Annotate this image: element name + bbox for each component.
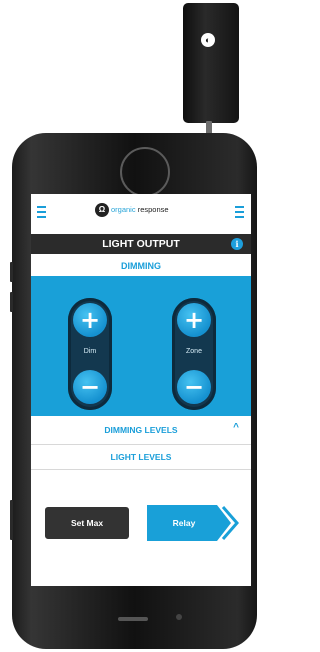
home-indicator: [118, 617, 148, 621]
relay-label: Relay: [172, 518, 196, 528]
zone-control: + Zone −: [172, 298, 216, 410]
dimming-panel: + Dim − + Zone −: [31, 276, 251, 416]
page-title: LIGHT OUTPUT: [102, 238, 180, 250]
app-header: Ω organic response: [31, 194, 251, 234]
volume-down-button: [10, 292, 13, 312]
light-levels-label: LIGHT LEVELS: [110, 452, 172, 462]
relay-button[interactable]: Relay: [147, 505, 239, 541]
brand-name-response: response: [137, 205, 169, 214]
side-button: [10, 500, 13, 540]
brand-name-organic: organic: [111, 205, 136, 214]
light-sensor-dongle: ◐: [183, 3, 239, 123]
dimming-levels-label: DIMMING LEVELS: [104, 425, 178, 435]
zone-label: Zone: [186, 348, 202, 355]
dim-decrease-button[interactable]: −: [73, 370, 107, 404]
organic-response-logo-icon: Ω: [95, 203, 109, 217]
brand-logo: organic response: [111, 205, 169, 214]
light-levels-row[interactable]: LIGHT LEVELS: [31, 445, 251, 470]
zone-decrease-button[interactable]: −: [177, 370, 211, 404]
chevron-up-icon[interactable]: ^: [233, 422, 239, 433]
set-max-button[interactable]: Set Max: [45, 507, 129, 539]
dim-control: + Dim −: [68, 298, 112, 410]
app-screen: Ω organic response LIGHT OUTPUT i DIMMIN…: [31, 194, 251, 586]
front-camera-ring: [120, 147, 170, 197]
info-icon[interactable]: i: [231, 238, 243, 250]
dimming-section-header[interactable]: DIMMING: [31, 256, 251, 276]
home-dot: [176, 614, 182, 620]
right-menu-icon[interactable]: [235, 206, 244, 218]
left-menu-icon[interactable]: [37, 206, 46, 218]
dimming-levels-row[interactable]: DIMMING LEVELS ^: [31, 416, 251, 445]
dim-label: Dim: [83, 348, 97, 355]
page-title-bar: LIGHT OUTPUT i: [31, 234, 251, 254]
dongle-logo-icon: ◐: [201, 33, 215, 47]
zone-increase-button[interactable]: +: [177, 303, 211, 337]
volume-up-button: [10, 262, 13, 282]
dim-increase-button[interactable]: +: [73, 303, 107, 337]
